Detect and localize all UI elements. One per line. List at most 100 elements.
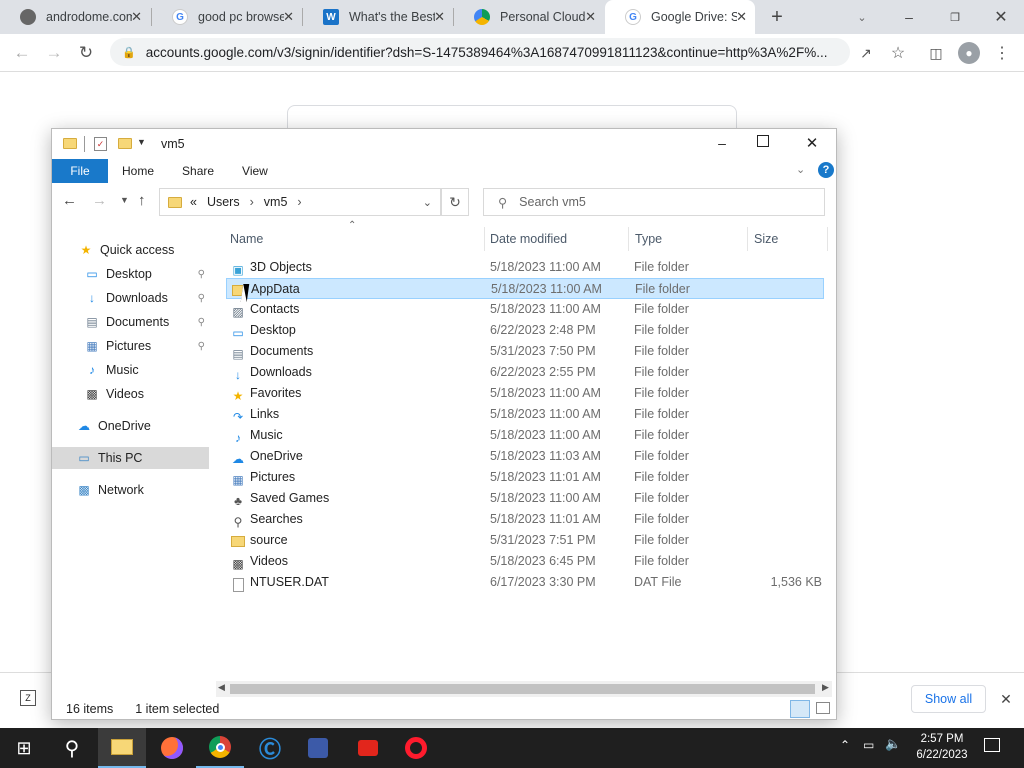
nav-item-quick-access[interactable]: ★ Quick access (52, 239, 209, 261)
column-header-date[interactable]: Date modified (490, 229, 567, 249)
close-tab-icon[interactable]: ✕ (131, 9, 142, 25)
notifications-icon[interactable] (984, 738, 1000, 752)
details-view-icon[interactable] (790, 700, 810, 718)
screen-recorder-icon[interactable] (344, 728, 392, 768)
nav-item-this-pc[interactable]: ▭ This PC (52, 447, 209, 469)
file-row[interactable]: source 5/31/2023 7:51 PM File folder (226, 530, 824, 551)
tab-share[interactable]: Share (168, 164, 228, 178)
close-icon[interactable]: ✕ (978, 0, 1024, 34)
back-icon[interactable]: ← (62, 192, 77, 209)
file-row[interactable]: ⚲ Searches 5/18/2023 11:01 AM File folder (226, 509, 824, 530)
close-icon[interactable]: ✕ (802, 133, 822, 153)
file-row[interactable]: ↓ Downloads 6/22/2023 2:55 PM File folder (226, 362, 824, 383)
start-icon[interactable]: ⊞ (0, 728, 48, 768)
pin-icon[interactable]: ⚲ (198, 269, 205, 280)
column-divider[interactable] (628, 227, 629, 251)
breadcrumb-users[interactable]: Users (207, 195, 240, 209)
nav-item-downloads[interactable]: ↓ Downloads ⚲ (52, 287, 209, 309)
side-panel-icon[interactable]: ◫ (922, 39, 950, 67)
close-tab-icon[interactable]: ✕ (736, 9, 747, 25)
profile-avatar[interactable]: ● (958, 42, 980, 64)
breadcrumb-overflow[interactable]: « (190, 195, 197, 209)
restore-icon[interactable]: ❐ (932, 0, 978, 34)
up-icon[interactable]: ↑ (138, 192, 146, 209)
nav-item-documents[interactable]: ▤ Documents ⚲ (52, 311, 209, 333)
large-icons-view-icon[interactable] (816, 702, 830, 714)
pin-icon[interactable]: ⚲ (198, 317, 205, 328)
chrome-menu-icon[interactable]: ⋮ (988, 39, 1016, 67)
file-row[interactable]: ▩ Videos 5/18/2023 6:45 PM File folder (226, 551, 824, 572)
close-tab-icon[interactable]: ✕ (434, 9, 445, 25)
pin-icon[interactable]: ⚲ (198, 293, 205, 304)
maximize-icon[interactable] (757, 135, 769, 147)
forward-icon[interactable]: → (40, 39, 68, 67)
reload-icon[interactable]: ↻ (72, 39, 100, 67)
show-all-button[interactable]: Show all (911, 685, 986, 713)
file-tab[interactable]: File (52, 159, 108, 183)
tab-search-icon[interactable]: ⌄ (852, 8, 872, 26)
app-icon[interactable] (294, 728, 342, 768)
nav-item-pictures[interactable]: ▦ Pictures ⚲ (52, 335, 209, 357)
column-header-name[interactable]: Name (230, 229, 263, 249)
customize-toolbar-icon[interactable]: ▼ (137, 137, 146, 147)
share-icon[interactable]: ↗ (852, 39, 880, 67)
column-divider[interactable] (484, 227, 485, 251)
file-row[interactable]: ♣ Saved Games 5/18/2023 11:00 AM File folde… (226, 488, 824, 509)
file-row[interactable]: ★ Favorites 5/18/2023 11:00 AM File folder (226, 383, 824, 404)
column-divider[interactable] (747, 227, 748, 251)
download-item-icon[interactable]: Z (20, 690, 36, 706)
clock[interactable]: 2:57 PM 6/22/2023 (910, 731, 974, 763)
address-bar[interactable]: « Users › vm5 › ⌄ (159, 188, 441, 216)
opera-icon[interactable] (392, 728, 440, 768)
column-divider[interactable] (827, 227, 828, 251)
properties-icon[interactable]: ✓ (94, 137, 107, 151)
network-icon[interactable]: ▭ (863, 738, 874, 752)
search-box[interactable]: ⚲ Search vm5 (483, 188, 825, 216)
file-row[interactable]: NTUSER.DAT 6/17/2023 3:30 PM DAT File 1,536… (226, 572, 824, 593)
chevron-right-icon[interactable]: › (297, 195, 301, 209)
browser-tab[interactable]: androdome.com ✕ (0, 0, 150, 34)
file-row[interactable]: ▤ Documents 5/31/2023 7:50 PM File folder (226, 341, 824, 362)
refresh-icon[interactable]: ↻ (441, 188, 469, 216)
show-hidden-icons-icon[interactable]: ⌃ (840, 738, 850, 752)
volume-icon[interactable]: 🔈 (885, 736, 901, 752)
file-row[interactable]: ▨ Contacts 5/18/2023 11:00 AM File folder (226, 299, 824, 320)
browser-tab[interactable]: G Google Drive: Sign✕ (605, 0, 755, 34)
nav-item-onedrive[interactable]: ☁ OneDrive (52, 415, 209, 437)
forward-icon[interactable]: → (92, 192, 107, 209)
new-tab-button[interactable]: + (765, 5, 789, 29)
scroll-right-icon[interactable]: ▶ (822, 682, 829, 693)
scrollbar-thumb[interactable] (230, 684, 815, 694)
expand-ribbon-icon[interactable]: ⌄ (796, 163, 805, 176)
file-row[interactable]: ☁ OneDrive 5/18/2023 11:03 AM File folder (226, 446, 824, 467)
horizontal-scrollbar[interactable]: ◀ ▶ (216, 681, 832, 697)
nav-item-desktop[interactable]: ▭ Desktop ⚲ (52, 263, 209, 285)
new-folder-icon[interactable] (118, 138, 132, 149)
chevron-right-icon[interactable]: › (250, 195, 254, 209)
address-bar[interactable]: 🔒 accounts.google.com/v3/signin/identifi… (110, 38, 850, 66)
bookmark-star-icon[interactable]: ☆ (884, 39, 912, 67)
file-row[interactable]: ▣ 3D Objects 5/18/2023 11:00 AM File folder (226, 257, 824, 278)
scroll-left-icon[interactable]: ◀ (218, 682, 225, 693)
file-row[interactable]: ▭ Desktop 6/22/2023 2:48 PM File folder (226, 320, 824, 341)
browser-tab[interactable]: Ggood pc browsers✕ (152, 0, 302, 34)
firefox-icon[interactable] (148, 728, 196, 768)
address-dropdown-icon[interactable]: ⌄ (423, 196, 432, 209)
close-tab-icon[interactable]: ✕ (283, 9, 294, 25)
breadcrumb-vm5[interactable]: vm5 (264, 195, 288, 209)
column-header-size[interactable]: Size (754, 229, 778, 249)
back-icon[interactable]: ← (8, 39, 36, 67)
tab-view[interactable]: View (228, 164, 282, 178)
file-row[interactable]: ▦ Pictures 5/18/2023 11:01 AM File folder (226, 467, 824, 488)
file-explorer-taskbar-icon[interactable] (98, 728, 146, 768)
ccleaner-icon[interactable]: Ⓒ (246, 728, 294, 768)
column-header-type[interactable]: Type (635, 229, 662, 249)
minimize-icon[interactable]: – (712, 133, 732, 153)
nav-item-music[interactable]: ♪ Music (52, 359, 209, 381)
recent-locations-icon[interactable]: ▼ (120, 195, 129, 205)
close-tab-icon[interactable]: ✕ (585, 9, 596, 25)
chrome-icon[interactable] (196, 728, 244, 768)
minimize-icon[interactable]: – (886, 0, 932, 34)
browser-tab[interactable]: W What's the Best ✕ (303, 0, 453, 34)
file-row[interactable]: AppData 5/18/2023 11:00 AM File folder (226, 278, 824, 299)
